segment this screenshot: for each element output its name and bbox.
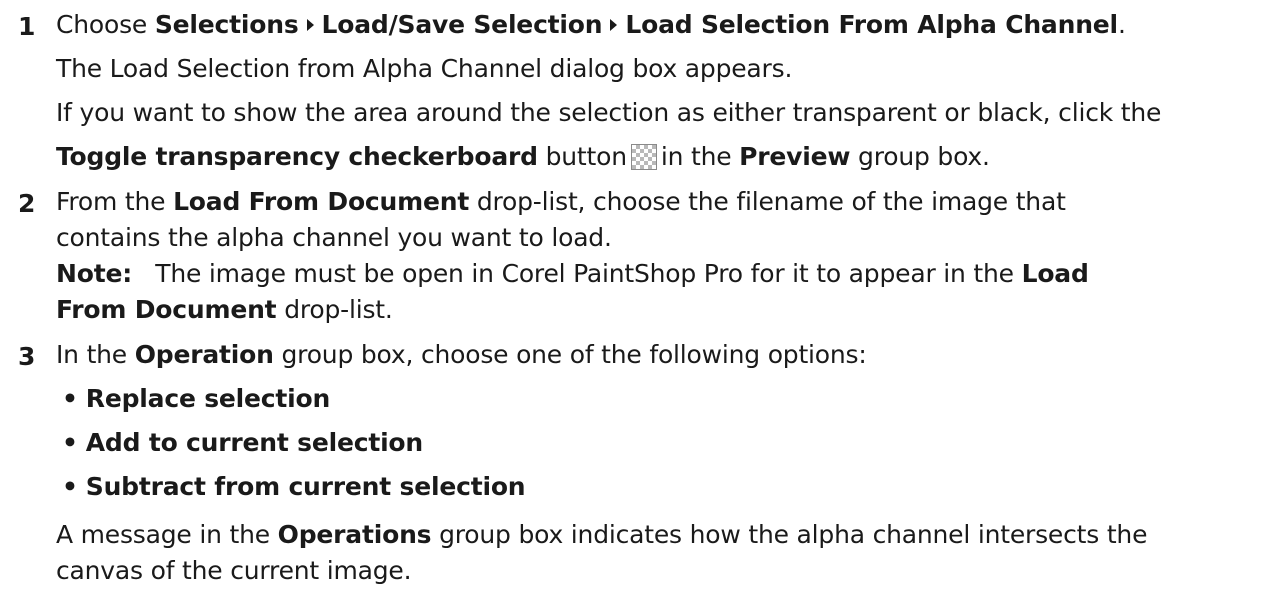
menu-arrow-icon (610, 19, 618, 31)
step-number: 2 (18, 189, 36, 218)
note-label: Note: (56, 259, 133, 288)
load-from-document-label: Load From Document (173, 187, 470, 216)
operations-message-line1: A message in the Operations group box in… (56, 520, 1148, 549)
menu-load-selection-from-alpha: Load Selection From Alpha Channel (625, 10, 1118, 39)
menu-load-save-selection: Load/Save Selection (321, 10, 603, 39)
step-2-line1: From the Load From Document drop-list, c… (56, 187, 1066, 216)
option-add-to-selection: • Add to current selection (62, 428, 424, 457)
note-line1: Note: The image must be open in Corel Pa… (56, 259, 1089, 288)
toggle-instruction-line2: Toggle transparency checkerboard button i… (56, 142, 990, 171)
toggle-instruction-line1: If you want to show the area around the … (56, 98, 1162, 127)
operations-label: Operations (277, 520, 432, 549)
operation-label: Operation (134, 340, 274, 369)
step-number: 3 (18, 342, 36, 371)
step-2-line2: contains the alpha channel you want to l… (56, 223, 612, 252)
operations-message-line2: canvas of the current image. (56, 556, 412, 585)
transparency-checkerboard-icon (630, 144, 657, 170)
dialog-appears-text: The Load Selection from Alpha Channel di… (56, 54, 793, 83)
menu-arrow-icon (306, 19, 314, 31)
step-3-instruction: In the Operation group box, choose one o… (56, 340, 867, 369)
note-line2: From Document drop-list. (56, 295, 393, 324)
step-1-instruction: Choose Selections Load/Save Selection Load… (56, 10, 1126, 39)
menu-selections: Selections (154, 10, 299, 39)
option-replace-selection: • Replace selection (62, 384, 331, 413)
toggle-transparency-label: Toggle transparency checkerboard (56, 142, 538, 171)
option-subtract-from-selection: • Subtract from current selection (62, 472, 526, 501)
preview-label: Preview (739, 142, 851, 171)
step-number: 1 (18, 12, 36, 41)
